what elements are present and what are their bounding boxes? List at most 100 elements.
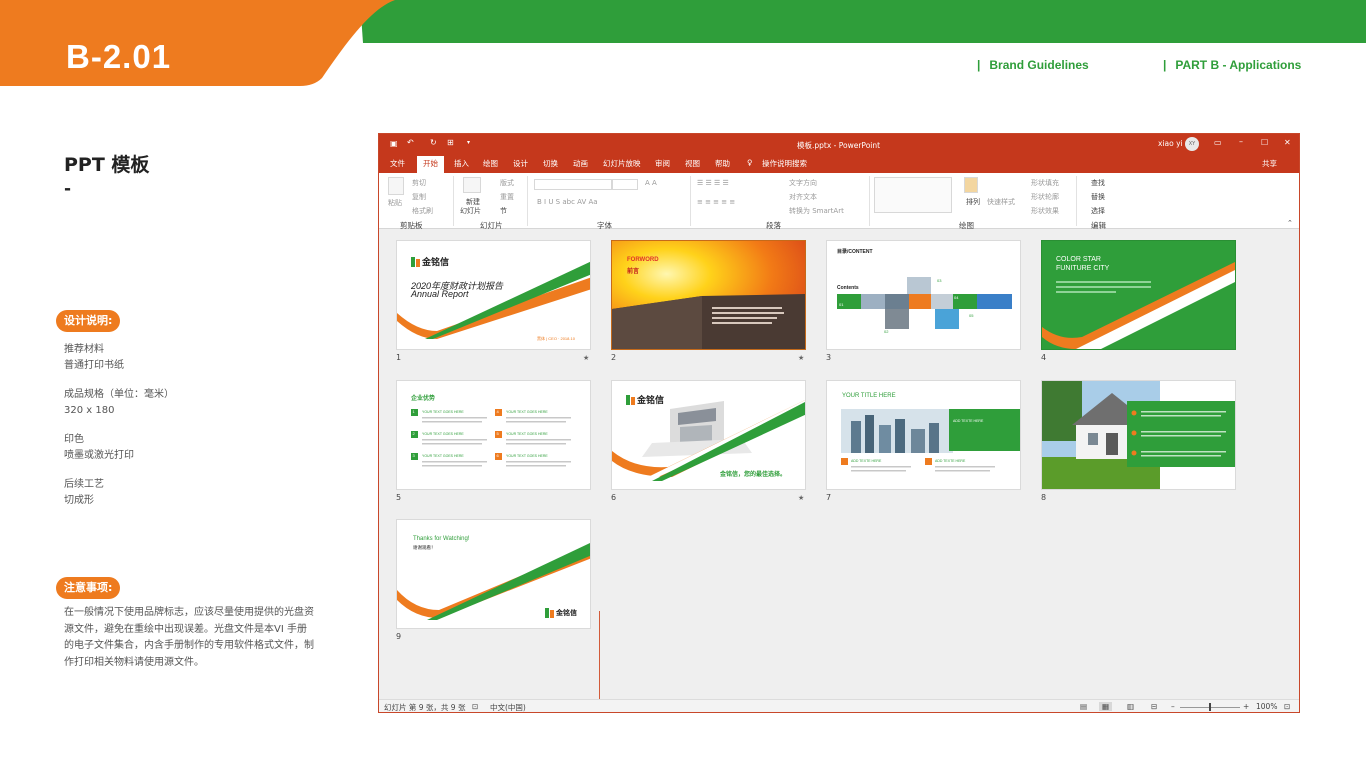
user-avatar[interactable]: XY [1185, 137, 1199, 151]
slide-thumbnail-3[interactable]: 目录/CONTENT Contents 03 04 01 02 05 [826, 240, 1021, 350]
share-button[interactable]: 共享 [1262, 158, 1277, 169]
undo-icon[interactable]: ↶ [407, 138, 414, 147]
slide-transition-icon-1: ★ [583, 354, 590, 362]
zoom-slider-thumb[interactable] [1209, 703, 1211, 711]
slide-9-sub: 谢谢观看！ [413, 545, 436, 550]
tab-file[interactable]: 文件 [390, 158, 405, 169]
slide-thumbnail-6[interactable]: 金铭信 金铭信，您的最佳选择。 [611, 380, 806, 490]
fit-to-window-icon[interactable]: ⊡ [1284, 702, 1290, 711]
slide-5-num-6: 6 [496, 453, 499, 458]
slide-1-subtitle: Annual Report [411, 289, 469, 299]
spec-print: 印色 喷墨或激光打印 [64, 432, 134, 464]
tab-draw[interactable]: 绘图 [483, 158, 498, 169]
select-button[interactable]: 选择 [1091, 206, 1105, 216]
spec-size: 成品规格（单位：毫米） 320 x 180 [64, 387, 174, 419]
tab-home[interactable]: 开始 [417, 156, 444, 173]
brand-guidelines-label: Brand Guidelines [989, 58, 1089, 72]
slide-5-item: YOUR TEXT GOES HERE [422, 410, 464, 414]
close-icon[interactable]: ✕ [1284, 138, 1291, 147]
quick-styles-button[interactable]: 快速样式 [987, 197, 1015, 207]
tab-transitions[interactable]: 切换 [543, 158, 558, 169]
reset-button[interactable]: 重置 [500, 192, 514, 202]
ribbon-display-icon[interactable]: ▭ [1214, 138, 1222, 147]
spec-material-label: 推荐材料 [64, 344, 104, 355]
tab-review[interactable]: 审阅 [655, 158, 670, 169]
slide-5-item: YOUR TEXT GOES HERE [506, 454, 548, 458]
list-icons[interactable]: ☰ ☰ ☰ ☰ [697, 179, 729, 187]
section-button[interactable]: 节 [500, 206, 507, 216]
slide-thumbnail-4[interactable]: COLOR STAR FUNITURE CITY [1041, 240, 1236, 350]
proofing-icon[interactable]: ⊡ [472, 702, 478, 711]
layout-button[interactable]: 版式 [500, 178, 514, 188]
tab-insert[interactable]: 插入 [454, 158, 469, 169]
slide-1-logo: 金铭信 [411, 255, 449, 268]
language-indicator[interactable]: 中文(中国) [490, 702, 526, 712]
normal-view-icon[interactable]: ▤ [1080, 702, 1087, 711]
font-format-icons[interactable]: B I U S abc AV Aa [537, 198, 598, 206]
smartart-button[interactable]: 转换为 SmartArt [789, 206, 844, 216]
section-title: PPT 模板 [64, 154, 150, 176]
tab-animations[interactable]: 动画 [573, 158, 588, 169]
text-direction-button[interactable]: 文字方向 [789, 178, 817, 188]
zoom-level[interactable]: 100% [1256, 702, 1277, 711]
slide-number-8: 8 [1041, 493, 1047, 502]
section-dash: - [64, 179, 72, 199]
tab-help[interactable]: 帮助 [715, 158, 730, 169]
tab-view[interactable]: 视图 [685, 158, 700, 169]
slide-thumbnail-5[interactable]: 企业优势 1 2 3 4 5 6 YOUR TEXT GOES HERE YOU… [396, 380, 591, 490]
replace-button[interactable]: 替换 [1091, 192, 1105, 202]
paste-button[interactable]: 粘贴 [388, 198, 402, 208]
grow-font-icon[interactable]: A A [645, 179, 657, 187]
slide-6-slogan: 金铭信，您的最佳选择。 [720, 472, 787, 478]
arrange-icon[interactable] [964, 177, 978, 193]
save-icon[interactable]: ▣ [390, 139, 398, 148]
paste-icon[interactable] [388, 177, 404, 195]
arrange-button[interactable]: 排列 [966, 197, 980, 207]
shape-outline-button[interactable]: 形状轮廓 [1031, 192, 1059, 202]
tab-design[interactable]: 设计 [513, 158, 528, 169]
slide-thumbnail-1[interactable]: 金铭信 2020年度财政计划报告 Annual Report 黑体 | CEO … [396, 240, 591, 350]
find-button[interactable]: 查找 [1091, 178, 1105, 188]
insertion-cursor [599, 611, 600, 712]
new-slide-icon[interactable] [463, 177, 481, 193]
slide-5-num-5: 5 [496, 431, 499, 436]
customize-toolbar-icon[interactable]: ▾ [467, 139, 470, 146]
font-size-box[interactable] [612, 179, 638, 190]
tell-me-search[interactable]: 操作说明搜索 [762, 158, 807, 169]
shape-effects-button[interactable]: 形状效果 [1031, 206, 1059, 216]
reading-view-icon[interactable]: ▥ [1127, 702, 1134, 711]
collapse-ribbon-icon[interactable]: ⌃ [1287, 219, 1293, 227]
minimize-icon[interactable]: – [1239, 137, 1243, 146]
align-icons[interactable]: ≡ ≡ ≡ ≡ ≡ [697, 198, 735, 206]
slide-5-num-3: 3 [412, 453, 415, 458]
new-slide-label-2[interactable]: 幻灯片 [460, 206, 481, 216]
zoom-out-icon[interactable]: – [1171, 702, 1175, 711]
slide-7-sub-1: ADD TEXTE HERE [851, 459, 882, 463]
cut-button[interactable]: 剪切 [412, 178, 426, 188]
brand-guidelines-link: | Brand Guidelines [977, 58, 1089, 72]
font-name-box[interactable] [534, 179, 612, 190]
slide-1-footer: 黑体 | CEO · 2018.10 [537, 336, 575, 341]
tab-slideshow[interactable]: 幻灯片放映 [603, 158, 641, 169]
slide-sorter-view-icon[interactable]: ▦ [1099, 702, 1113, 711]
zoom-in-icon[interactable]: + [1243, 702, 1249, 711]
slide-thumbnail-7[interactable]: YOUR TITLE HERE ADD TEXTE HERE ADD TEXTE… [826, 380, 1021, 490]
slide-2-subtitle: 前言 [627, 269, 640, 275]
slide-5-item: YOUR TEXT GOES HERE [422, 432, 464, 436]
copy-button[interactable]: 复制 [412, 192, 426, 202]
start-slideshow-icon[interactable]: ⊞ [447, 138, 454, 147]
ribbon-home: 粘贴 剪切 复制 格式刷 剪贴板 新建 幻灯片 版式 重置 节 幻灯片 A A … [379, 173, 1299, 230]
shape-fill-button[interactable]: 形状填充 [1031, 178, 1059, 188]
slide-7-graphic [841, 409, 1020, 472]
align-text-button[interactable]: 对齐文本 [789, 192, 817, 202]
slideshow-view-icon[interactable]: ⊟ [1151, 702, 1157, 711]
format-painter-button[interactable]: 格式刷 [412, 206, 433, 216]
notes-badge: 注意事项: [56, 577, 121, 599]
slide-thumbnail-9[interactable]: Thanks for Watching! 谢谢观看！ 金铭信 [396, 519, 591, 629]
redo-icon[interactable]: ↻ [430, 138, 437, 147]
user-name[interactable]: xiao yi [1158, 139, 1183, 148]
shapes-gallery[interactable] [874, 177, 952, 213]
slide-thumbnail-2[interactable]: FORWORD 前言 [611, 240, 806, 350]
maximize-icon[interactable]: ☐ [1261, 138, 1268, 147]
slide-thumbnail-8[interactable] [1041, 380, 1236, 490]
